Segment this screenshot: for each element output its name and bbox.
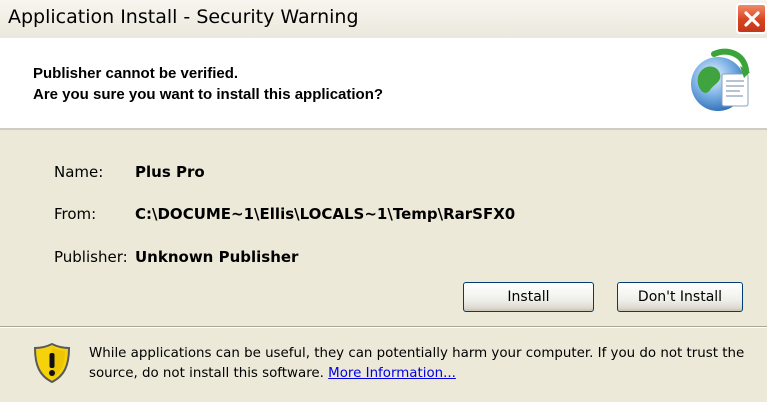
- more-information-link[interactable]: More Information...: [328, 366, 456, 381]
- globe-install-icon: [691, 48, 750, 111]
- close-button[interactable]: [736, 3, 767, 34]
- title-bar[interactable]: Application Install - Security Warning: [0, 0, 767, 38]
- window-title: Application Install - Security Warning: [8, 6, 359, 28]
- header-line-1: Publisher cannot be verified.: [33, 65, 239, 82]
- footer-divider: [0, 326, 767, 328]
- details-panel: Name: Plus Pro From: C:\DOCUME~1\Ellis\L…: [0, 130, 767, 402]
- header-message: Publisher cannot be verified. Are you su…: [33, 63, 383, 105]
- name-label: Name:: [54, 163, 104, 181]
- publisher-label: Publisher:: [54, 248, 128, 266]
- from-value: C:\DOCUME~1\Ellis\LOCALS~1\Temp\RarSFX0: [135, 205, 516, 223]
- from-label: From:: [54, 205, 97, 223]
- publisher-value: Unknown Publisher: [135, 248, 299, 266]
- install-button[interactable]: Install: [463, 282, 594, 312]
- header-line-2: Are you sure you want to install this ap…: [33, 86, 384, 103]
- name-value: Plus Pro: [135, 163, 205, 181]
- shield-warning-icon: [33, 342, 71, 384]
- header-panel: Publisher cannot be verified. Are you su…: [0, 38, 767, 128]
- warning-message: While applications can be useful, they c…: [89, 344, 759, 384]
- dont-install-button[interactable]: Don't Install: [617, 282, 743, 312]
- close-icon: [743, 10, 760, 27]
